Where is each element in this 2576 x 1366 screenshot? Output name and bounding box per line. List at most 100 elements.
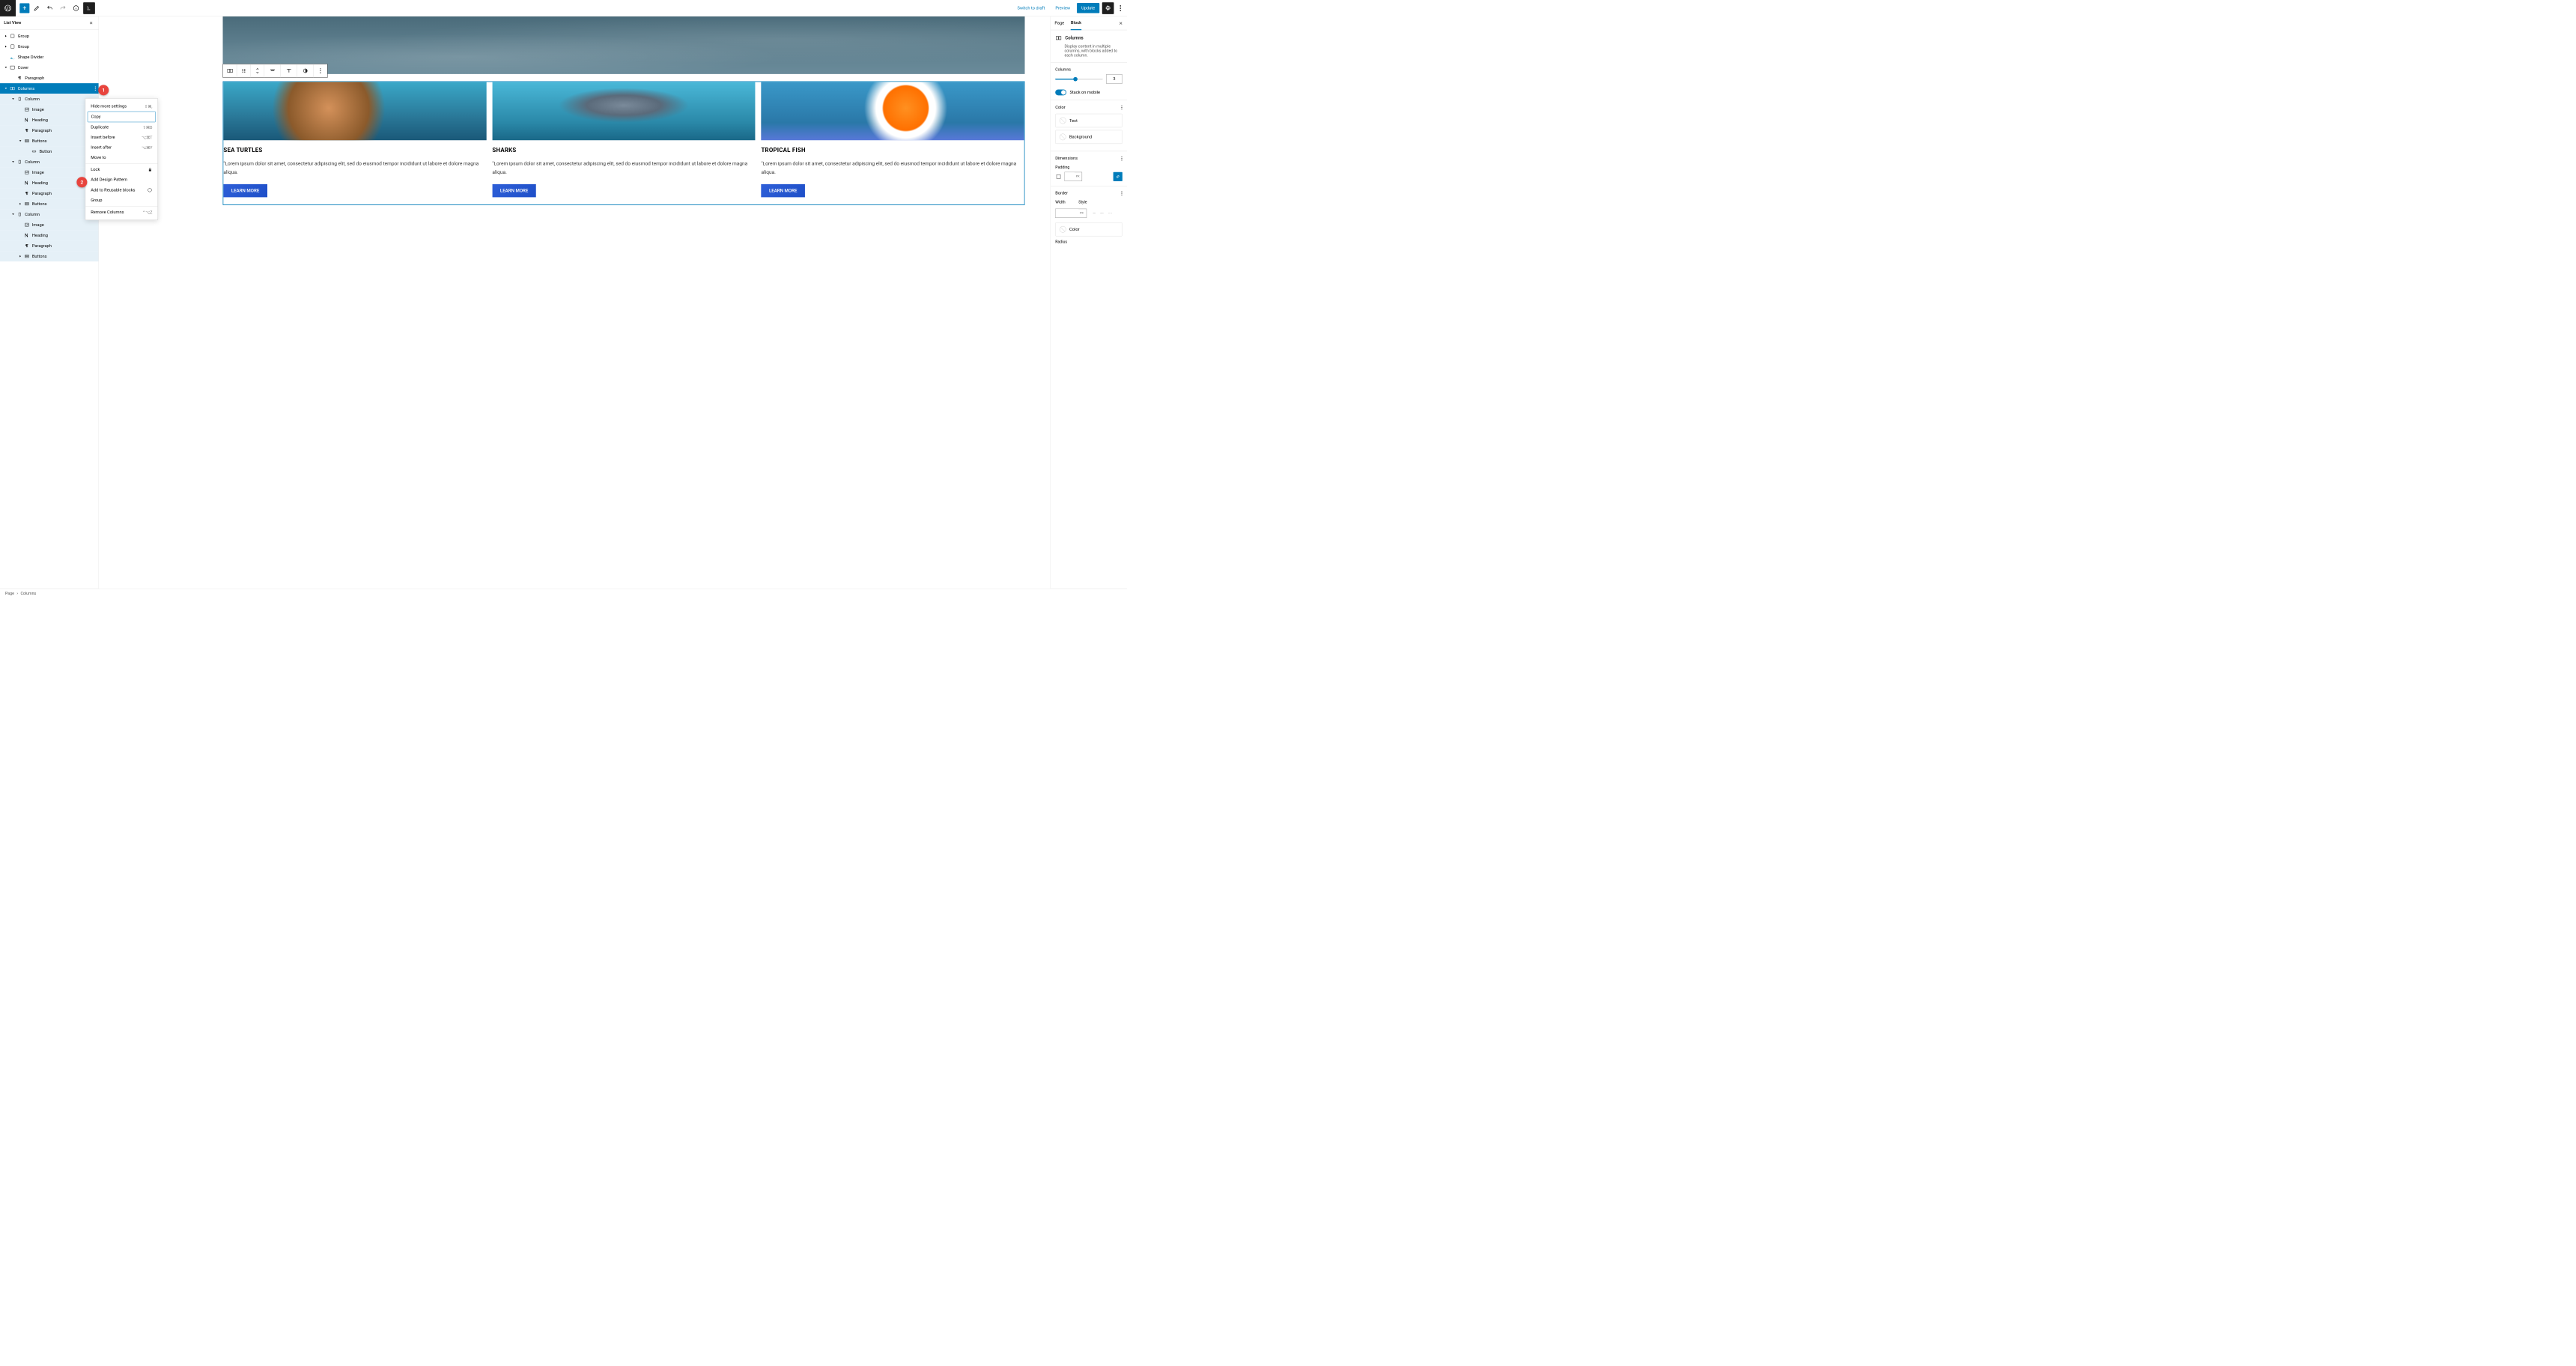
column-heading[interactable]: TROPICAL FISH [761,147,1024,154]
tree-item-column[interactable]: Column [0,157,99,167]
menu-item-move-to[interactable]: Move to [88,153,156,163]
tree-item-buttons[interactable]: Buttons [0,198,99,209]
menu-item-insert-after[interactable]: Insert after⌥⌘Y [88,142,156,153]
tree-item-buttons[interactable]: Buttons [0,136,99,146]
style-dashed-icon[interactable]: --- [1100,211,1103,216]
breadcrumb-current[interactable]: Columns [20,591,36,595]
vertical-align-icon[interactable] [281,64,297,78]
column-image[interactable] [761,82,1024,140]
tree-item-columns[interactable]: Columns [0,83,99,94]
tree-item-shape-divider[interactable]: Shape Divider [0,52,99,62]
tree-toggle-icon[interactable] [10,213,16,216]
tree-item-button[interactable]: Button [0,146,99,157]
tree-item-paragraph[interactable]: Paragraph [0,240,99,251]
undo-icon[interactable] [44,2,56,14]
menu-item-add-design-pattern[interactable]: Add Design Pattern [88,174,156,185]
tree-toggle-icon[interactable] [3,66,10,69]
add-block-button[interactable]: + [19,3,29,13]
block-type-icon[interactable] [223,64,237,78]
panel-more-icon[interactable] [1121,105,1123,109]
tab-page[interactable]: Page [1054,16,1064,29]
column-block[interactable]: TROPICAL FISH "Lorem ipsum dolor sit amet… [761,82,1024,204]
column-image[interactable] [223,82,486,140]
tree-toggle-icon[interactable] [17,202,24,205]
block-more-icon[interactable] [314,64,327,78]
tree-item-group[interactable]: Group [0,41,99,52]
edit-tool-icon[interactable] [31,2,43,14]
outline-icon[interactable] [83,2,95,14]
tree-item-group[interactable]: Group [0,31,99,41]
column-heading[interactable]: SHARKS [492,147,755,154]
border-color-item[interactable]: Color [1055,222,1123,236]
column-paragraph[interactable]: "Lorem ipsum dolor sit amet, consectetur… [223,160,486,176]
menu-item-insert-before[interactable]: Insert before⌥⌘T [88,133,156,143]
column-heading[interactable]: SEA TURTLES [223,147,486,154]
learn-more-button[interactable]: LEARN MORE [761,184,804,198]
border-width-input[interactable]: PX [1055,209,1087,218]
tree-item-cover[interactable]: Cover [0,62,99,73]
tree-toggle-icon[interactable] [10,160,16,163]
columns-number-input[interactable] [1106,74,1123,83]
tree-item-paragraph[interactable]: Paragraph [0,73,99,83]
switch-to-draft-link[interactable]: Switch to draft [1013,3,1048,13]
tab-block[interactable]: Block [1071,16,1081,30]
preview-link[interactable]: Preview [1051,3,1074,13]
tree-item-paragraph[interactable]: Paragraph [0,125,99,136]
wordpress-logo[interactable] [0,0,16,16]
close-icon[interactable] [88,19,95,27]
column-block[interactable]: SHARKS "Lorem ipsum dolor sit amet, conse… [492,82,755,204]
tree-item-image[interactable]: Image [0,167,99,177]
text-color-item[interactable]: Text [1055,114,1123,127]
link-sides-icon[interactable] [1114,172,1123,181]
learn-more-button[interactable]: LEARN MORE [223,184,267,198]
menu-item-add-to-reusable-blocks[interactable]: Add to Reusable blocks [88,185,156,195]
column-paragraph[interactable]: "Lorem ipsum dolor sit amet, consectetur… [492,160,755,176]
columns-block[interactable]: SEA TURTLES "Lorem ipsum dolor sit amet, … [223,82,1025,205]
tree-item-more-icon[interactable] [94,86,96,91]
tree-item-image[interactable]: Image [0,104,99,115]
tree-item-image[interactable]: Image [0,219,99,230]
tree-toggle-icon[interactable] [3,34,10,37]
duotone-icon[interactable] [297,64,314,78]
menu-item-remove-columns[interactable]: Remove Columns⌃⌥Z [88,207,156,218]
move-updown-icon[interactable] [251,64,264,78]
tree-toggle-icon[interactable] [10,97,16,100]
menu-item-lock[interactable]: Lock [88,165,156,175]
menu-item-group[interactable]: Group [88,195,156,206]
tree-item-paragraph[interactable]: Paragraph [0,188,99,198]
style-dotted-icon[interactable]: ···· [1108,211,1112,216]
menu-item-duplicate[interactable]: Duplicate⇧⌘D [88,122,156,133]
padding-input[interactable]: PX [1064,172,1082,181]
box-sides-icon[interactable] [1055,173,1062,180]
style-solid-icon[interactable]: — [1093,211,1096,216]
learn-more-button[interactable]: LEARN MORE [492,184,535,198]
menu-item-hide-more-settings[interactable]: Hide more settings⇧⌘, [88,101,156,112]
settings-icon[interactable] [1102,2,1114,14]
tree-item-column[interactable]: Column [0,209,99,219]
tree-item-buttons[interactable]: Buttons [0,251,99,261]
redo-icon[interactable] [57,2,69,14]
background-color-item[interactable]: Background [1055,130,1123,144]
tree-item-heading[interactable]: Heading [0,230,99,240]
column-block[interactable]: SEA TURTLES "Lorem ipsum dolor sit amet, … [223,82,486,204]
panel-more-icon[interactable] [1121,156,1123,160]
align-icon[interactable] [264,64,281,78]
more-options-icon[interactable] [1117,2,1125,14]
column-image[interactable] [492,82,755,140]
tree-toggle-icon[interactable] [17,255,24,258]
tree-toggle-icon[interactable] [3,87,10,90]
panel-more-icon[interactable] [1121,191,1123,195]
column-paragraph[interactable]: "Lorem ipsum dolor sit amet, consectetur… [761,160,1024,176]
close-icon[interactable] [1119,21,1123,25]
update-button[interactable]: Update [1077,3,1099,13]
tree-item-heading[interactable]: Heading [0,115,99,125]
border-style-options[interactable]: — --- ···· [1093,211,1112,216]
tree-toggle-icon[interactable] [17,139,24,142]
breadcrumb-root[interactable]: Page [5,591,14,595]
info-icon[interactable] [70,2,82,14]
stack-mobile-toggle[interactable] [1055,89,1066,95]
cover-block-image[interactable] [223,16,1025,74]
tree-toggle-icon[interactable] [3,45,10,48]
tree-item-column[interactable]: Column [0,94,99,104]
drag-handle-icon[interactable] [237,64,250,78]
